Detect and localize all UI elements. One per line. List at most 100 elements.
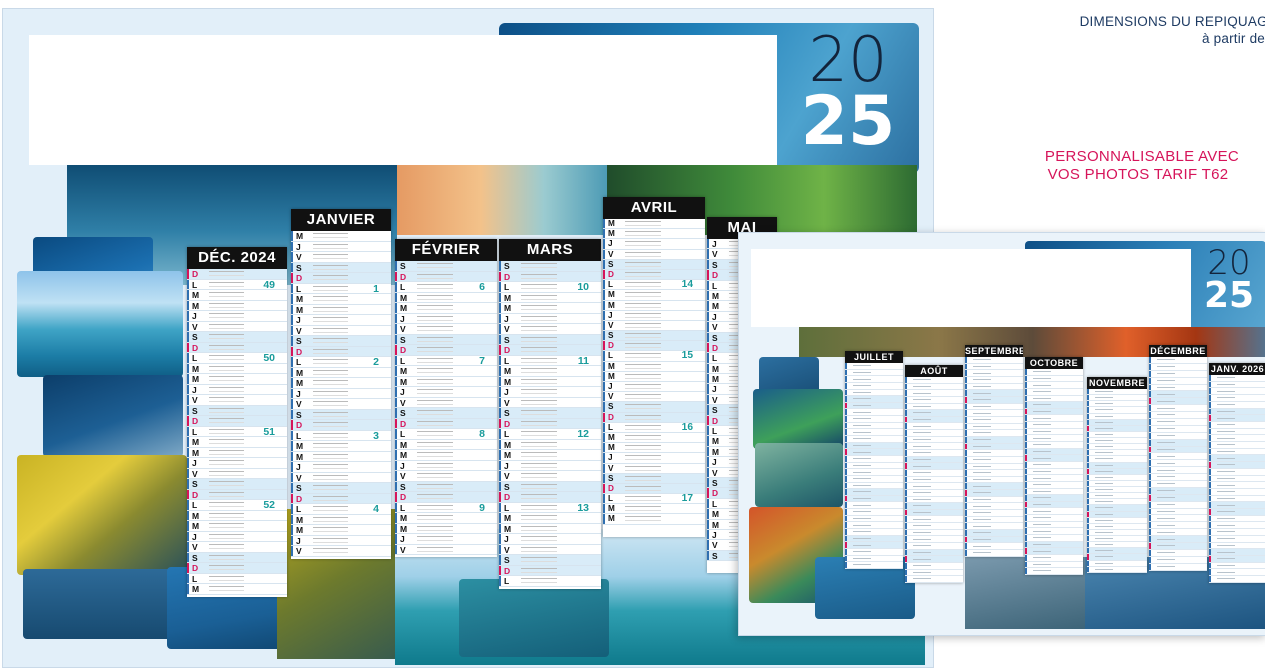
mini-day-row xyxy=(905,436,963,444)
mini-day-row xyxy=(905,416,963,424)
mini-day-marker xyxy=(1209,462,1211,468)
mini-day-row xyxy=(1025,408,1083,416)
day-letter: M xyxy=(608,443,615,453)
mini-day-marker xyxy=(1149,522,1151,529)
mini-day-marker xyxy=(965,383,967,390)
mini-saint-text xyxy=(1217,471,1235,473)
day-letter: M xyxy=(608,361,615,371)
mini-saint-text xyxy=(1095,427,1113,429)
mini-day-row xyxy=(905,569,963,577)
day-marker xyxy=(291,262,293,272)
day-marker xyxy=(395,313,397,323)
day-marker xyxy=(707,322,709,332)
mini-saint-text xyxy=(1033,570,1051,572)
mini-day-marker xyxy=(965,376,967,383)
mini-saint-text xyxy=(853,537,871,539)
mini-day-row xyxy=(1209,375,1265,382)
mini-day-marker xyxy=(1209,482,1211,488)
mini-day-marker xyxy=(845,535,847,542)
day-letter: M xyxy=(608,300,615,310)
mini-saint-text xyxy=(1157,552,1175,554)
mini-day-row xyxy=(845,363,903,370)
day-marker xyxy=(187,500,189,510)
mini-saint-text xyxy=(1217,571,1235,573)
mini-day-row xyxy=(1209,555,1265,563)
saint-text xyxy=(313,369,348,375)
saint-text xyxy=(209,470,244,476)
saint-text xyxy=(625,414,661,420)
week-number: 8 xyxy=(479,428,485,440)
mini-day-marker xyxy=(1025,508,1027,515)
day-marker xyxy=(499,261,501,271)
mini-day-marker xyxy=(1149,481,1151,487)
day-letter: V xyxy=(192,468,198,479)
back-month-header-december: DÉCEMBRE xyxy=(1149,345,1207,357)
day-letter: M xyxy=(712,519,719,530)
mini-day-row xyxy=(1149,563,1207,571)
day-letter: M xyxy=(504,376,512,387)
mini-saint-text xyxy=(1033,477,1051,479)
day-marker xyxy=(395,366,397,376)
mini-day-marker xyxy=(1025,541,1027,548)
saint-text xyxy=(209,481,244,486)
day-marker xyxy=(187,573,189,583)
mini-saint-text xyxy=(1217,457,1235,459)
day-marker xyxy=(291,304,293,314)
day-marker xyxy=(499,313,501,323)
mini-saint-text xyxy=(1095,409,1113,411)
day-marker xyxy=(395,544,397,554)
day-row: M xyxy=(603,219,705,230)
mini-day-marker xyxy=(1149,556,1151,563)
mini-day-row xyxy=(1149,481,1207,488)
month-column-december-2024: DÉC. 2024 D L 49 M M J V S D L 50 M M J V S D L 51 M M J V S D L 5… xyxy=(187,247,287,597)
mini-saint-text xyxy=(1217,437,1235,439)
saint-text xyxy=(625,384,661,389)
saint-text xyxy=(417,494,453,499)
mini-saint-text xyxy=(1033,371,1051,373)
mini-saint-text xyxy=(1217,538,1235,540)
mini-day-row xyxy=(965,543,1023,551)
day-marker xyxy=(395,492,397,502)
mini-day-marker xyxy=(1149,446,1151,453)
week-number: 6 xyxy=(479,281,485,293)
day-marker xyxy=(291,493,293,503)
day-marker xyxy=(499,282,501,292)
mini-day-row xyxy=(1209,421,1265,429)
mini-day-marker xyxy=(1087,517,1089,523)
mini-day-marker xyxy=(905,543,907,549)
day-letter: D xyxy=(400,345,407,355)
photo-island-lagoon xyxy=(17,271,183,377)
mini-saint-text xyxy=(913,379,931,381)
day-letter: L xyxy=(296,504,302,514)
mini-day-row xyxy=(1209,488,1265,496)
saint-text xyxy=(521,546,557,552)
saint-text xyxy=(521,441,557,447)
mini-saint-text xyxy=(1217,497,1235,499)
mini-day-row xyxy=(845,562,903,569)
mini-day-row xyxy=(1209,401,1265,409)
mini-saint-text xyxy=(1217,578,1235,580)
saint-text xyxy=(417,357,453,363)
mini-saint-text xyxy=(1217,444,1235,446)
mini-day-marker xyxy=(1209,421,1211,428)
day-marker xyxy=(395,450,397,460)
day-marker xyxy=(187,269,189,279)
saint-text xyxy=(209,365,244,371)
february-day-rows: SDL6MMJVSDL7MMJVSDL8MMJVSDL9MMJV xyxy=(395,261,497,555)
day-letter: L xyxy=(504,576,510,586)
mini-saint-text xyxy=(1095,482,1113,484)
day-row: S xyxy=(603,473,705,484)
mini-day-row xyxy=(1149,474,1207,482)
day-letter: L xyxy=(400,355,406,366)
mini-day-marker xyxy=(1149,453,1151,460)
day-row: L 13 xyxy=(499,502,601,513)
mini-saint-text xyxy=(1033,543,1051,545)
mini-day-marker xyxy=(1209,442,1211,448)
day-marker xyxy=(291,514,293,524)
mini-day-marker xyxy=(1025,528,1027,535)
day-letter: L xyxy=(608,494,614,504)
mini-day-row xyxy=(965,490,1023,497)
mini-saint-text xyxy=(1095,568,1113,570)
mini-day-row xyxy=(1149,412,1207,420)
day-row: L 12 xyxy=(499,429,601,440)
